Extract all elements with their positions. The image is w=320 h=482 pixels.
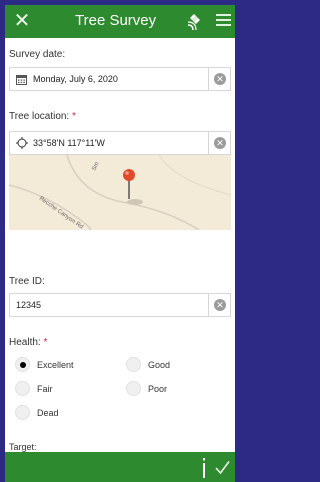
calendar-icon [16, 75, 27, 85]
radio-label-fair: Fair [37, 384, 53, 394]
info-icon[interactable] [201, 458, 207, 478]
bottom-toolbar [5, 452, 235, 482]
survey-date-field[interactable]: Monday, July 6, 2020 ✕ [9, 67, 231, 91]
survey-form: ✕ Tree Survey Survey date: Monday, July … [5, 5, 235, 482]
clear-icon: ✕ [214, 73, 226, 85]
clear-tree-id-button[interactable]: ✕ [208, 294, 230, 316]
health-label: Health: * [9, 337, 48, 348]
clear-icon: ✕ [214, 137, 226, 149]
map-canvas: Sm Recche Canyon Rd [9, 155, 231, 230]
survey-date-value: Monday, July 6, 2020 [33, 74, 118, 84]
location-map[interactable]: Sm Recche Canyon Rd [9, 155, 231, 230]
page-title: Tree Survey [75, 12, 157, 29]
app-header: ✕ Tree Survey [5, 5, 235, 38]
radio-excellent[interactable] [15, 357, 30, 372]
radio-poor[interactable] [126, 381, 141, 396]
radio-good[interactable] [126, 357, 141, 372]
tree-id-value: 12345 [16, 300, 42, 310]
tree-location-label: Tree location: * [9, 111, 76, 122]
submit-check-icon[interactable] [215, 460, 230, 475]
radio-label-poor: Poor [148, 384, 168, 394]
radio-dead[interactable] [15, 405, 30, 420]
radio-fair[interactable] [15, 381, 30, 396]
tree-id-label: Tree ID: [9, 276, 45, 287]
radio-label-excellent: Excellent [37, 360, 74, 370]
map-pin-icon[interactable] [123, 169, 135, 181]
clear-location-button[interactable]: ✕ [208, 132, 230, 154]
location-crosshair-icon [16, 137, 28, 149]
pin-shadow [127, 199, 143, 205]
tree-location-value: 33°58'N 117°11'W [33, 138, 105, 148]
clear-date-button[interactable]: ✕ [208, 68, 230, 90]
radio-label-dead: Dead [37, 408, 59, 418]
tree-id-field[interactable]: 12345 ✕ [9, 293, 231, 317]
menu-icon[interactable] [216, 14, 231, 27]
tree-location-field[interactable]: 33°58'N 117°11'W ✕ [9, 131, 231, 155]
map-road-label: Recche Canyon Rd [38, 196, 84, 230]
survey-date-label: Survey date: [9, 49, 66, 60]
target-label: Target: [9, 442, 37, 452]
radio-label-good: Good [148, 360, 171, 370]
satellite-icon[interactable] [185, 12, 205, 32]
close-icon[interactable]: ✕ [11, 9, 33, 33]
map-road-label: Sm [91, 161, 100, 172]
clear-icon: ✕ [214, 299, 226, 311]
